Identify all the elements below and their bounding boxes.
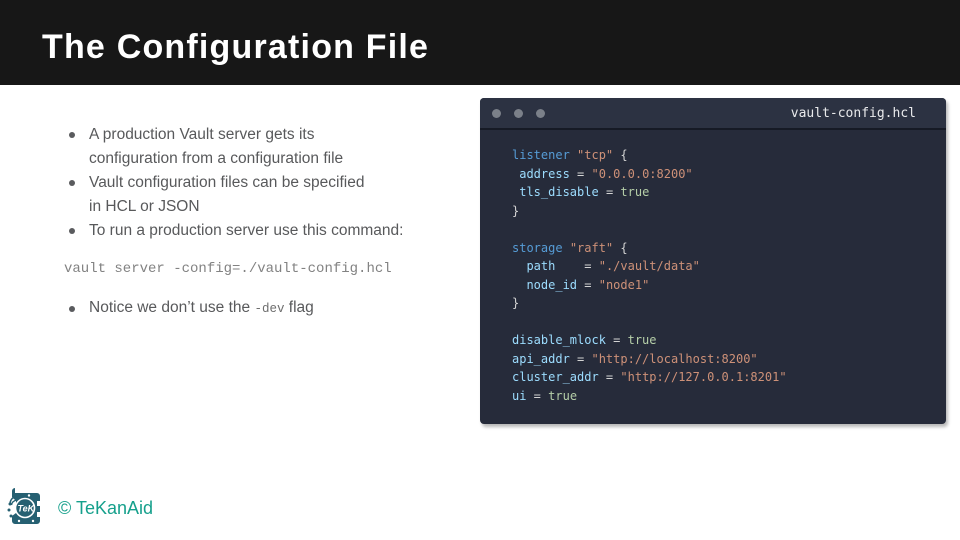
- bullet-list: A production Vault server gets its confi…: [64, 123, 484, 321]
- copyright-text: © TeKanAid: [58, 497, 153, 518]
- bullet-line: configuration from a configuration file: [89, 150, 344, 167]
- notice-after: flag: [284, 299, 314, 316]
- bullet-icon: [69, 228, 75, 234]
- svg-text:TeK: TeK: [18, 504, 36, 514]
- header-bar: The Configuration File: [0, 0, 960, 85]
- code-line: storage "raft" {: [512, 240, 628, 255]
- window-control-icon[interactable]: [514, 108, 523, 118]
- tekanaid-logo-icon: TeK: [7, 488, 40, 524]
- window-control-icon[interactable]: [536, 108, 545, 118]
- bullet-text: Vault configuration files can be specifi…: [89, 171, 364, 219]
- bullet-icon: [69, 306, 75, 312]
- bullet-line: To run a production server use this comm…: [89, 222, 404, 239]
- code-line: tls_disable = true: [519, 185, 650, 199]
- code-line: }: [512, 203, 520, 218]
- code-line: disable_mlock = true: [512, 333, 657, 347]
- code-line: cluster_addr = "http://127.0.0.1:8201": [512, 370, 787, 384]
- bullet-line: Vault configuration files can be specifi…: [89, 174, 365, 191]
- bullet-line: A production Vault server gets its: [89, 126, 315, 143]
- footer: TeK © TeKanAid: [5, 488, 153, 528]
- bullet-icon: [69, 180, 75, 186]
- code-line: api_addr = "http://localhost:8200": [512, 351, 758, 366]
- code-editor-window: vault-config.hcl listener "tcp" { addres…: [480, 98, 946, 424]
- list-item: A production Vault server gets its confi…: [64, 123, 484, 171]
- bullet-text: To run a production server use this comm…: [89, 219, 403, 243]
- code-line: path = "./vault/data": [526, 259, 700, 273]
- notice-before: Notice we don’t use the: [89, 299, 255, 316]
- dev-flag-code: -dev: [254, 302, 285, 316]
- code-line: address = "0.0.0.0:8200": [519, 166, 693, 181]
- list-item: To run a production server use this comm…: [64, 219, 484, 243]
- window-control-icon[interactable]: [492, 108, 501, 118]
- code-line: listener "tcp" {: [512, 148, 628, 162]
- code-line: }: [512, 296, 520, 310]
- list-item: Vault configuration files can be specifi…: [64, 171, 484, 219]
- window-title-bar: vault-config.hcl: [480, 98, 946, 130]
- code-line: ui = true: [512, 388, 578, 403]
- bullet-text: Notice we don’t use the -dev flag: [89, 296, 314, 321]
- code-line: node_id = "node1": [526, 277, 650, 292]
- file-name: vault-config.hcl: [790, 105, 916, 121]
- bullet-text: A production Vault server gets its confi…: [89, 123, 343, 171]
- bullet-line: in HCL or JSON: [89, 198, 200, 215]
- terminal-code: listener "tcp" { address = "0.0.0.0:8200…: [480, 130, 946, 405]
- bullet-icon: [69, 132, 75, 138]
- slide: The Configuration File A production Vaul…: [0, 0, 960, 540]
- list-item: Notice we don’t use the -dev flag: [64, 296, 484, 321]
- cli-command: vault server -config=./vault-config.hcl: [64, 261, 392, 277]
- page-title: The Configuration File: [42, 28, 430, 66]
